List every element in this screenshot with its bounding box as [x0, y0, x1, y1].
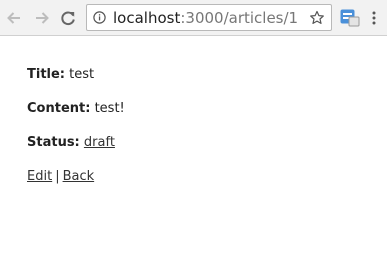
article-actions: Edit | Back — [27, 168, 125, 186]
browser-toolbar: localhost:3000/articles/1 — [0, 0, 387, 36]
reload-icon — [59, 9, 77, 27]
back-arrow-icon — [5, 9, 23, 27]
extension-icon[interactable] — [340, 9, 360, 27]
back-button[interactable] — [2, 6, 26, 30]
address-bar[interactable]: localhost:3000/articles/1 — [86, 4, 332, 31]
status-link[interactable]: draft — [84, 135, 115, 150]
content-value: test! — [94, 101, 125, 116]
forward-button[interactable] — [30, 6, 54, 30]
separator: | — [55, 169, 60, 184]
back-link[interactable]: Back — [63, 169, 95, 184]
content-field: Content: test! — [27, 100, 125, 118]
star-icon[interactable] — [309, 10, 325, 26]
url-path: :3000/articles/1 — [180, 9, 299, 27]
status-field: Status: draft — [27, 134, 125, 152]
kebab-menu-icon[interactable] — [371, 11, 377, 25]
content-label: Content: — [27, 101, 91, 116]
url-host: localhost — [113, 9, 181, 27]
title-field: Title: test — [27, 66, 125, 84]
article-details: Title: test Content: test! Status: draft… — [27, 66, 125, 186]
url-text: localhost:3000/articles/1 — [113, 9, 298, 27]
info-icon[interactable] — [93, 11, 106, 24]
status-label: Status: — [27, 135, 80, 150]
forward-arrow-icon — [33, 9, 51, 27]
reload-button[interactable] — [56, 6, 80, 30]
title-value: test — [69, 67, 95, 82]
edit-link[interactable]: Edit — [27, 169, 52, 184]
title-label: Title: — [27, 67, 66, 82]
